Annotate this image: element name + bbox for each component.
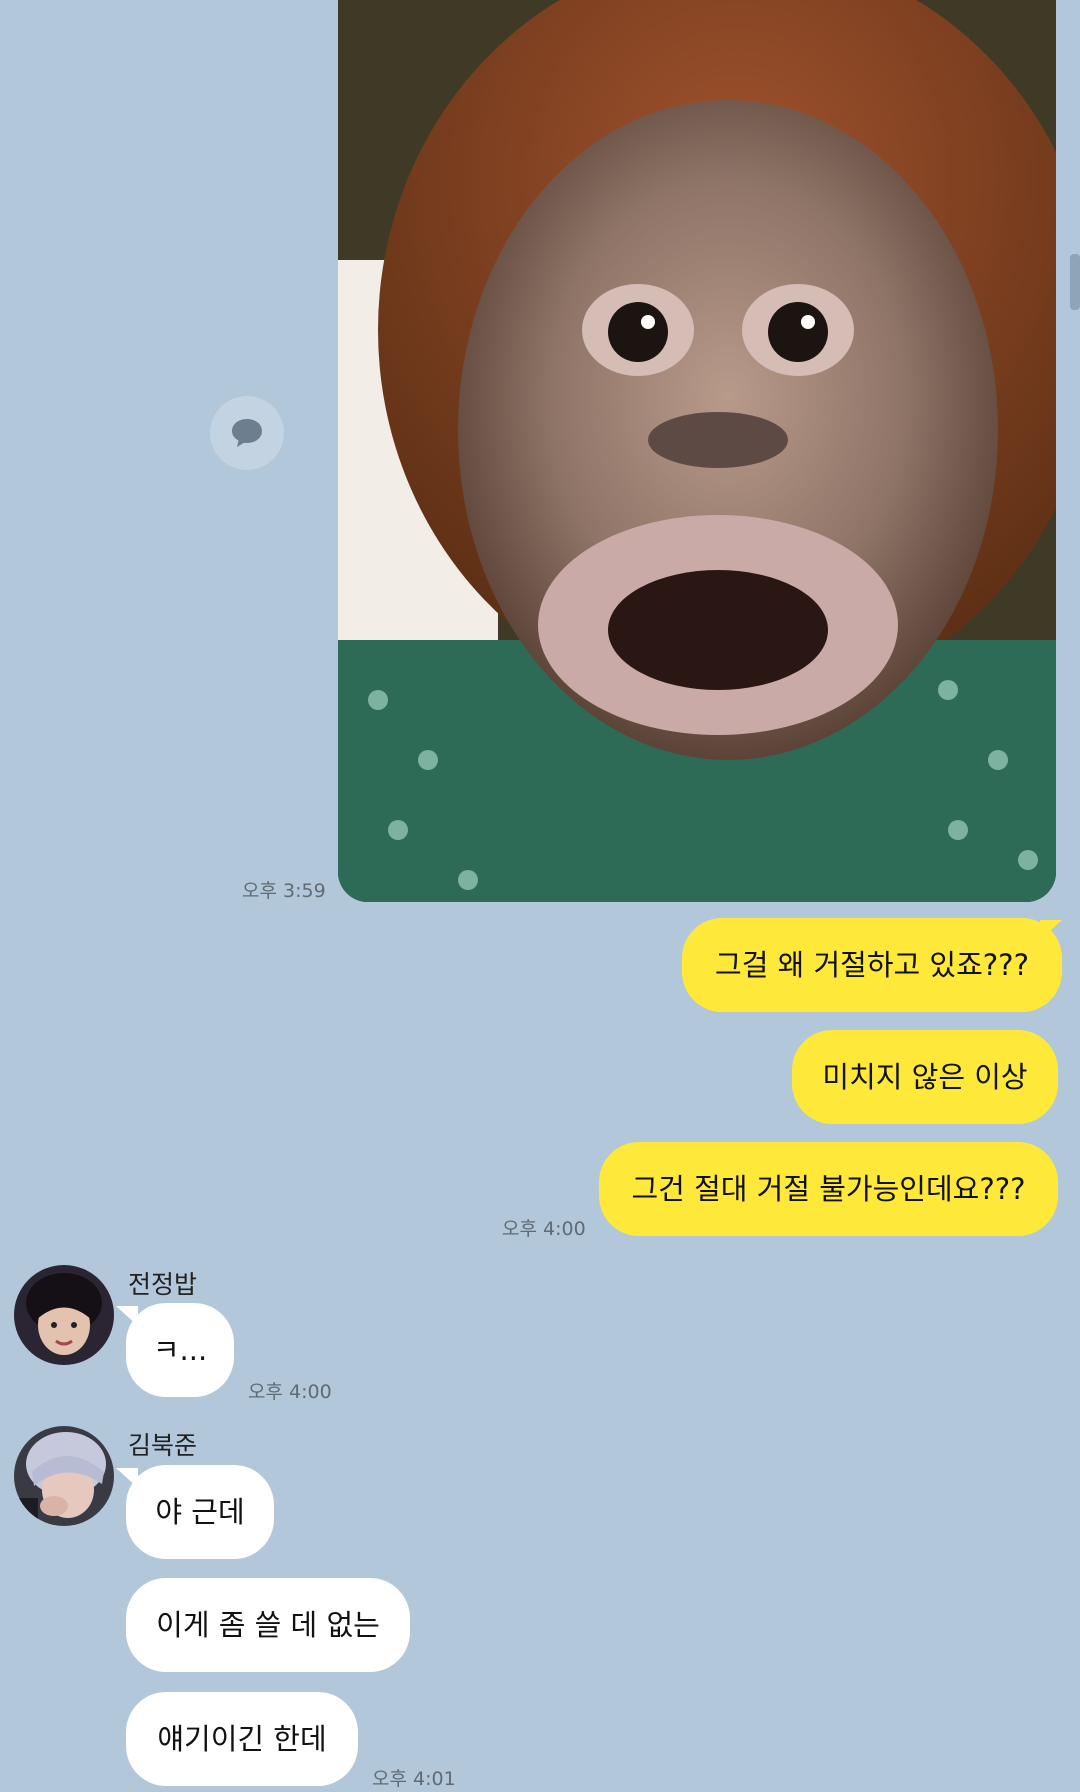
sender-name: 전정밥 <box>128 1270 198 1299</box>
sender-name: 김북준 <box>128 1431 198 1460</box>
scrollbar[interactable] <box>1070 254 1080 310</box>
chat-bubble-icon <box>232 419 262 447</box>
my-message-text: 미치지 않은 이상 <box>822 1059 1028 1094</box>
other-message-text: ㅋ... <box>152 1332 208 1367</box>
other-message-bubble[interactable]: ㅋ... <box>126 1303 234 1397</box>
my-message-bubble[interactable]: 그걸 왜 거절하고 있죠??? <box>682 918 1062 1012</box>
my-message-bubble[interactable]: 그건 절대 거절 불가능인데요??? <box>599 1142 1058 1236</box>
other-message-bubble[interactable]: 야 근데 <box>126 1465 274 1559</box>
orangutan-photo <box>338 0 1056 902</box>
avatar[interactable] <box>14 1265 114 1365</box>
avatar[interactable] <box>14 1426 114 1526</box>
my-message-text: 그건 절대 거절 불가능인데요??? <box>631 1171 1026 1206</box>
my-message-bubble[interactable]: 미치지 않은 이상 <box>792 1030 1058 1124</box>
other-message-text: 이게 좀 쓸 데 없는 <box>156 1607 380 1642</box>
my-message-text: 그걸 왜 거절하고 있죠??? <box>715 947 1029 982</box>
profile-photo <box>14 1265 114 1365</box>
image-timestamp: 오후 3:59 <box>242 880 326 902</box>
my-bubble-tail <box>1040 920 1062 940</box>
sender2-timestamp: 오후 4:01 <box>372 1768 456 1790</box>
share-button[interactable] <box>210 396 284 470</box>
other-message-text: 야 근데 <box>155 1494 245 1529</box>
other-message-bubble[interactable]: 얘기이긴 한데 <box>126 1692 358 1786</box>
other-message-text: 얘기이긴 한데 <box>157 1721 327 1756</box>
sender1-timestamp: 오후 4:00 <box>248 1381 332 1403</box>
other-message-bubble[interactable]: 이게 좀 쓸 데 없는 <box>126 1578 410 1672</box>
image-message[interactable] <box>338 0 1056 902</box>
profile-photo <box>14 1426 114 1526</box>
my-messages-timestamp: 오후 4:00 <box>502 1218 586 1240</box>
